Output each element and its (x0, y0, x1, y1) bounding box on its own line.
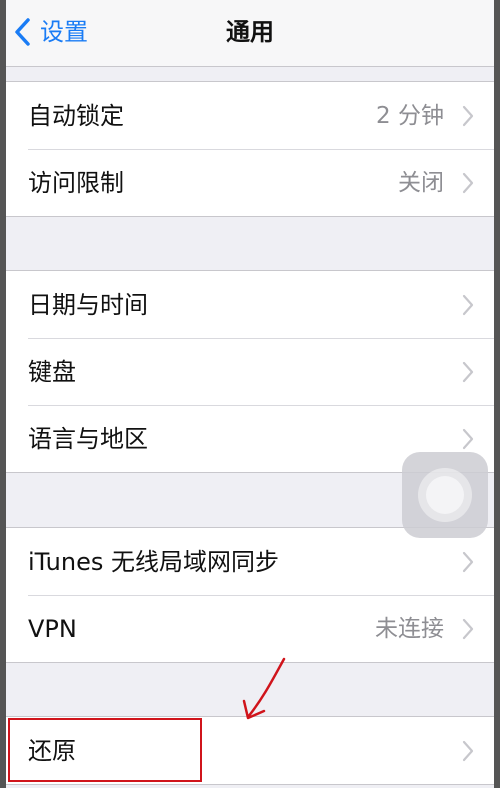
chevron-right-icon (462, 428, 474, 449)
settings-screen: 设置 通用 自动锁定 2 分钟 访问限制 关闭 日期与时间 键盘 语言与地区 i… (6, 0, 494, 788)
navigation-bar: 设置 通用 (6, 0, 494, 67)
row-label: 访问限制 (28, 168, 124, 197)
settings-group-lock: 自动锁定 2 分钟 访问限制 关闭 (6, 81, 494, 217)
settings-group-reset: 还原 (6, 716, 494, 785)
chevron-right-icon (462, 294, 474, 315)
row-label: 日期与时间 (28, 290, 148, 319)
chevron-right-icon (462, 361, 474, 382)
chevron-right-icon (462, 618, 474, 639)
row-label: 自动锁定 (28, 101, 124, 130)
row-auto-lock[interactable]: 自动锁定 2 分钟 (6, 82, 494, 149)
chevron-right-icon (462, 105, 474, 126)
row-date-time[interactable]: 日期与时间 (6, 271, 494, 338)
row-vpn[interactable]: VPN 未连接 (6, 595, 494, 662)
row-itunes-wifi-sync[interactable]: iTunes 无线局域网同步 (6, 528, 494, 595)
assistive-touch-button[interactable] (402, 452, 488, 538)
page-title: 通用 (226, 18, 274, 46)
row-reset[interactable]: 还原 (6, 717, 494, 784)
assistive-touch-core (426, 476, 464, 514)
settings-group-network: iTunes 无线局域网同步 VPN 未连接 (6, 527, 494, 663)
chevron-right-icon (462, 551, 474, 572)
row-value: 未连接 (375, 615, 444, 642)
row-value: 2 分钟 (376, 102, 444, 129)
row-label: 语言与地区 (28, 424, 148, 453)
row-label: iTunes 无线局域网同步 (28, 547, 280, 576)
settings-group-locale: 日期与时间 键盘 语言与地区 (6, 270, 494, 473)
row-label: 键盘 (28, 357, 76, 386)
row-keyboard[interactable]: 键盘 (6, 338, 494, 405)
chevron-right-icon (462, 740, 474, 761)
row-value: 关闭 (398, 169, 444, 196)
row-restrictions[interactable]: 访问限制 关闭 (6, 149, 494, 216)
row-label: VPN (28, 614, 77, 643)
row-label: 还原 (28, 736, 76, 765)
chevron-right-icon (462, 172, 474, 193)
